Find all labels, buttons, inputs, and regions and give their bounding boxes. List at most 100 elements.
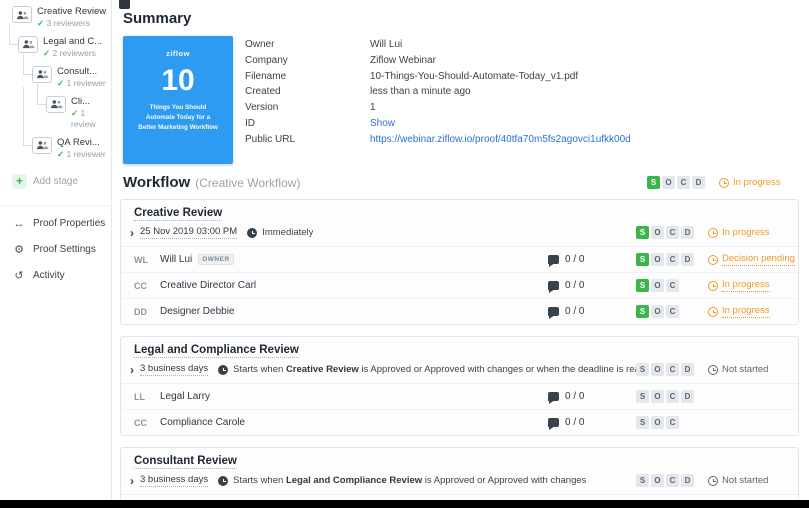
reviewer-row: DD Designer Debbie 0 / 0 S O C In progre… bbox=[121, 299, 798, 324]
trigger-clock-icon bbox=[218, 364, 229, 375]
comments-count[interactable]: 0 / 0 bbox=[548, 306, 636, 319]
badge-s: S bbox=[636, 474, 649, 487]
stage-deadline[interactable]: 25 Nov 2019 03:00 PM bbox=[140, 226, 238, 239]
main-content: Summary ziflow 10 Things You Should Auto… bbox=[113, 0, 809, 508]
trigger-clock-icon bbox=[247, 227, 258, 238]
gear-icon: ⚙ bbox=[14, 243, 24, 256]
sidebar-stage-creative-review[interactable]: Creative Review ✓ 3 reviewers bbox=[12, 6, 111, 29]
badge-o: O bbox=[651, 253, 664, 266]
stage-status: In progress bbox=[708, 227, 788, 238]
comment-icon bbox=[548, 418, 559, 430]
field-id: ID Show bbox=[245, 117, 396, 129]
sidebar-stage-client[interactable]: Cli... ✓ 1 review bbox=[37, 83, 111, 130]
reviewer-initials: WL bbox=[134, 254, 148, 265]
stage-meta: ✓ 2 reviewers bbox=[43, 47, 96, 58]
field-owner: Owner Will Lui bbox=[245, 39, 403, 50]
stage-name: Cli... bbox=[71, 95, 90, 107]
check-icon: ✓ bbox=[57, 77, 65, 88]
badge-c: C bbox=[666, 305, 679, 318]
stage-title[interactable]: Creative Review bbox=[134, 207, 223, 221]
stage-trigger: Immediately bbox=[262, 227, 314, 238]
stage-card-creative-review: Creative Review › 25 Nov 2019 03:00 PM I… bbox=[120, 199, 799, 325]
sidebar-item-proof-settings[interactable]: ⚙ Proof Settings bbox=[12, 243, 111, 256]
reviewer-initials: DD bbox=[134, 306, 147, 317]
expand-chevron-icon[interactable]: › bbox=[130, 475, 134, 487]
clock-icon bbox=[708, 364, 718, 375]
expand-chevron-icon[interactable]: › bbox=[130, 364, 134, 376]
reviewer-initials: CC bbox=[134, 280, 147, 291]
sidebar-item-proof-properties[interactable]: ↔ Proof Properties bbox=[12, 218, 111, 230]
summary-section: Summary ziflow 10 Things You Should Auto… bbox=[113, 0, 809, 164]
stage-name: Consult... bbox=[57, 65, 98, 77]
reviewers-icon bbox=[12, 6, 32, 23]
stage-card-legal-compliance: Legal and Compliance Review › 3 business… bbox=[120, 336, 799, 436]
comment-icon bbox=[548, 281, 559, 293]
add-stage-label: Add stage bbox=[33, 175, 79, 187]
reviewer-status[interactable]: Decision pending bbox=[708, 253, 795, 266]
comments-count[interactable]: 0 / 0 bbox=[548, 280, 636, 293]
add-stage-button[interactable]: + Add stage bbox=[12, 173, 111, 189]
reviewer-status[interactable]: In progress bbox=[708, 279, 788, 292]
comments-count[interactable]: 0 / 0 bbox=[548, 391, 636, 404]
reviewer-row: CC Creative Director Carl 0 / 0 S O C In… bbox=[121, 273, 798, 299]
public-url-link[interactable]: https://webinar.ziflow.io/proof/40tfa70m… bbox=[370, 134, 631, 145]
badge-o: O bbox=[651, 474, 664, 487]
reviewers-icon bbox=[46, 95, 66, 113]
stage-info-row: › 25 Nov 2019 03:00 PM Immediately S O C… bbox=[121, 223, 798, 247]
stage-info-row: › 3 business days Starts when Legal and … bbox=[121, 471, 798, 495]
stage-name: QA Revi... bbox=[57, 136, 100, 148]
plus-icon: + bbox=[12, 173, 27, 189]
comments-count[interactable]: 0 / 0 bbox=[548, 417, 636, 430]
check-icon: ✓ bbox=[71, 107, 79, 118]
check-icon: ✓ bbox=[37, 17, 45, 28]
field-created: Created less than a minute ago bbox=[245, 86, 471, 98]
proof-thumbnail[interactable]: ziflow 10 Things You Should Automate Tod… bbox=[123, 36, 233, 164]
workflow-subtitle: (Creative Workflow) bbox=[195, 175, 301, 190]
thumbnail-text-line: Automate Today for a bbox=[145, 113, 211, 121]
bottom-bar bbox=[0, 500, 809, 508]
summary-fields: Owner Will Lui Company Ziflow Webinar Fi… bbox=[245, 36, 631, 164]
toolbar-icon-partial[interactable] bbox=[119, 0, 130, 9]
sidebar: Creative Review ✓ 3 reviewers Legal and … bbox=[0, 0, 112, 508]
expand-chevron-icon[interactable]: › bbox=[130, 227, 134, 239]
stage-badges: S O C D bbox=[636, 226, 708, 239]
stage-deadline[interactable]: 3 business days bbox=[140, 474, 209, 487]
badge-c: C bbox=[677, 176, 690, 189]
reviewers-icon bbox=[32, 65, 52, 83]
thumbnail-text-line: Better Marketing Workflow bbox=[138, 123, 218, 131]
badge-d: D bbox=[681, 253, 694, 266]
badge-s: S bbox=[636, 226, 649, 239]
reviewer-initials: CC bbox=[134, 417, 147, 428]
reviewer-badges: S O C D bbox=[636, 253, 708, 266]
reviewer-name: Designer Debbie bbox=[160, 306, 235, 317]
reviewers-icon bbox=[18, 35, 38, 53]
badge-s: S bbox=[636, 253, 649, 266]
reviewer-badges: S O C D bbox=[636, 390, 708, 403]
reviewer-name: Creative Director Carl bbox=[160, 280, 257, 291]
reviewer-row: WL Will Lui OWNER 0 / 0 S O C D Decision… bbox=[121, 247, 798, 273]
stage-status: Not started bbox=[708, 475, 788, 486]
sidebar-item-activity[interactable]: ↺ Activity bbox=[12, 269, 111, 282]
sidebar-stage-qa-review[interactable]: QA Revi... ✓ 1 reviewer bbox=[23, 86, 111, 160]
stage-deadline[interactable]: 3 business days bbox=[140, 363, 209, 376]
workflow-badges: S O C D bbox=[647, 176, 719, 189]
field-company: Company Ziflow Webinar bbox=[245, 54, 436, 66]
clock-icon bbox=[719, 177, 729, 188]
stage-title[interactable]: Legal and Compliance Review bbox=[134, 344, 299, 358]
badge-d: D bbox=[692, 176, 705, 189]
stage-title[interactable]: Consultant Review bbox=[134, 455, 237, 469]
reviewer-initials: LL bbox=[134, 391, 145, 402]
badge-c: C bbox=[666, 363, 679, 376]
stage-card-consultant: Consultant Review › 3 business days Star… bbox=[120, 447, 799, 508]
comment-icon bbox=[548, 392, 559, 404]
badge-s: S bbox=[647, 176, 660, 189]
trigger-clock-icon bbox=[218, 475, 229, 486]
comment-icon bbox=[548, 255, 559, 267]
owner-badge: OWNER bbox=[198, 254, 234, 265]
reviewer-status[interactable]: In progress bbox=[708, 305, 788, 318]
comments-count[interactable]: 0 / 0 bbox=[548, 254, 636, 267]
badge-c: C bbox=[666, 226, 679, 239]
show-id-link[interactable]: Show bbox=[370, 118, 395, 129]
stage-name: Creative Review bbox=[37, 6, 107, 17]
badge-c: C bbox=[666, 253, 679, 266]
